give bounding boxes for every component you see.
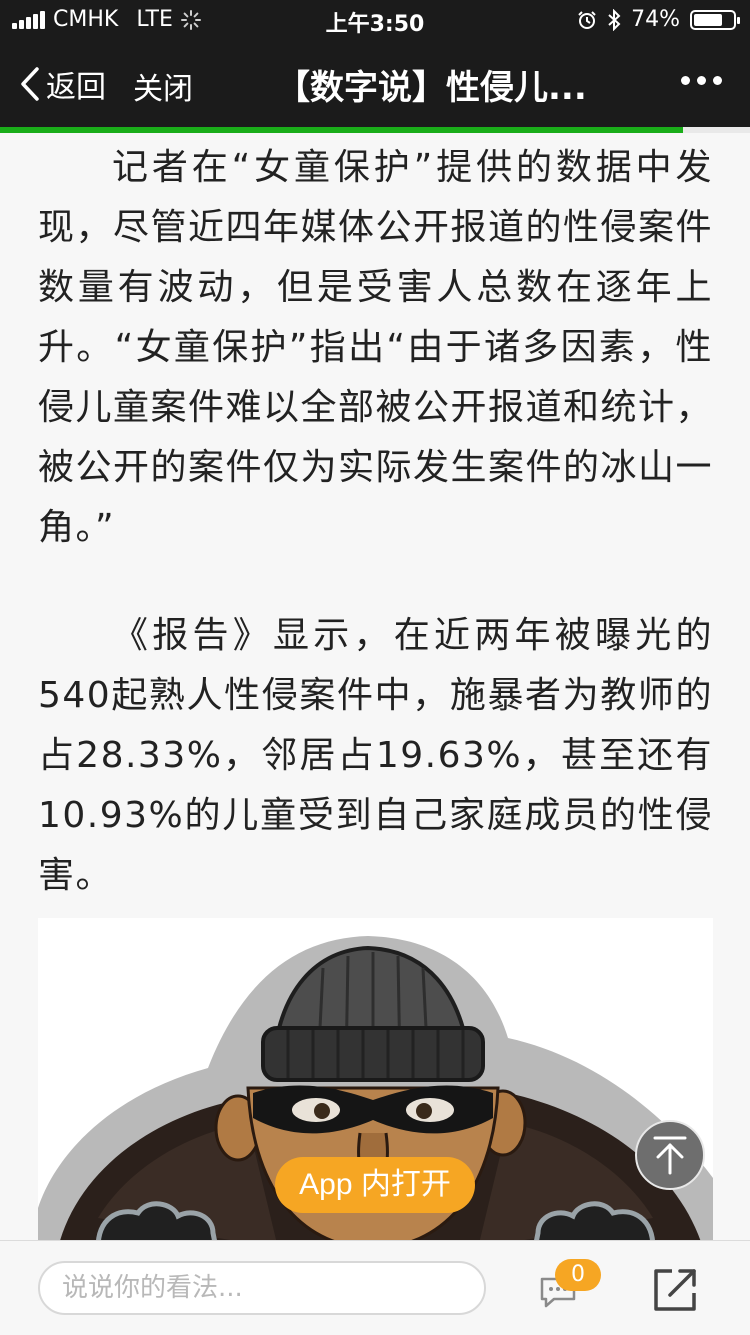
comment-count-badge: 0 bbox=[555, 1259, 601, 1291]
back-label: 返回 bbox=[46, 70, 106, 105]
comment-input[interactable]: 说说你的看法... bbox=[38, 1261, 486, 1315]
battery-level bbox=[694, 13, 723, 26]
more-dots-icon[interactable] bbox=[681, 76, 722, 85]
share-external-icon[interactable] bbox=[650, 1265, 700, 1315]
alarm-clock-icon bbox=[578, 10, 596, 29]
back-to-top-button[interactable] bbox=[635, 1120, 705, 1190]
page-load-progress bbox=[0, 127, 750, 133]
chevron-left-icon bbox=[21, 67, 39, 101]
article-body: 记者在“女童保护”提供的数据中发现，尽管近四年媒体公开报道的性侵案件数量有波动，… bbox=[38, 138, 713, 906]
article-paragraph: 《报告》显示，在近两年被曝光的540起熟人性侵案件中，施暴者为教师的占28.33… bbox=[38, 615, 713, 896]
arrow-up-to-top-icon bbox=[653, 1136, 687, 1175]
nav-bar: 返回 关闭 【数字说】性侵儿... bbox=[0, 40, 750, 127]
status-right: 74% bbox=[577, 7, 740, 32]
close-button[interactable]: 关闭 bbox=[133, 64, 193, 108]
bluetooth-icon bbox=[608, 8, 621, 31]
progress-fill bbox=[0, 127, 683, 133]
article-paragraph: 记者在“女童保护”提供的数据中发现，尽管近四年媒体公开报道的性侵案件数量有波动，… bbox=[38, 147, 714, 548]
status-bar: CMHK LTE 上午3:50 74% bbox=[0, 0, 750, 40]
header: CMHK LTE 上午3:50 74% 返回 关闭 【数字说】性侵儿... bbox=[0, 0, 750, 127]
battery-icon bbox=[690, 9, 740, 30]
open-in-app-button[interactable]: App 内打开 bbox=[275, 1157, 475, 1213]
bottom-bar: 说说你的看法... 0 bbox=[0, 1240, 750, 1335]
battery-percent: 74% bbox=[631, 7, 680, 32]
back-button[interactable]: 返回 bbox=[20, 62, 106, 106]
page-title: 【数字说】性侵儿... bbox=[276, 68, 587, 108]
